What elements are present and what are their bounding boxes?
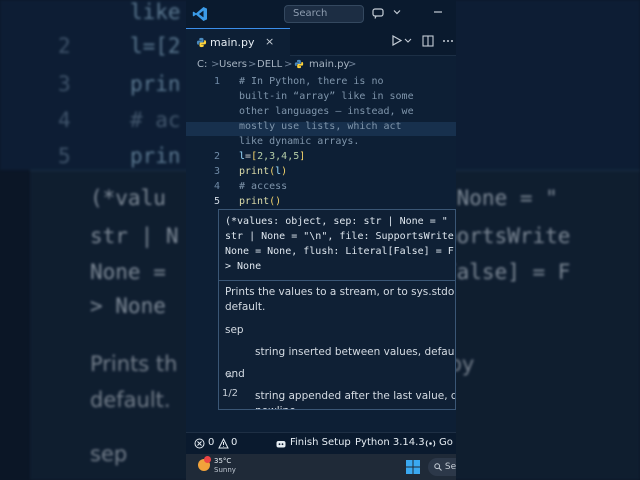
code-line-3: print(l): [239, 166, 287, 177]
background-line: l=[2: [130, 34, 181, 58]
signature-line: str | None = "\n", file: SupportsWrite: [225, 231, 454, 242]
run-icon[interactable]: [391, 34, 403, 49]
tab-label: main.py: [210, 36, 255, 49]
signature-help-popup[interactable]: (*values: object, sep: str | None = " st…: [218, 209, 456, 410]
error-count[interactable]: 0: [208, 437, 214, 448]
breadcrumb-separator: >: [348, 59, 357, 70]
description-text: default.: [225, 301, 266, 313]
background-line: # ac: [130, 108, 181, 132]
more-actions-icon[interactable]: [442, 35, 454, 50]
background-line-top: like: [130, 0, 181, 24]
breadcrumb-file[interactable]: main.py: [309, 59, 349, 70]
background-line-number: 5: [58, 144, 71, 168]
go-live-button[interactable]: Go: [439, 437, 453, 448]
code-bracket: ): [275, 196, 282, 207]
warning-count[interactable]: 0: [231, 437, 237, 448]
notification-badge: [204, 456, 211, 463]
title-bar: Search: [186, 0, 456, 28]
line-number: 5: [213, 196, 220, 207]
code-line-5: print(): [239, 196, 281, 207]
chevron-down-icon[interactable]: [389, 6, 405, 22]
code-comment: like dynamic arrays.: [239, 136, 360, 147]
python-interpreter-button[interactable]: Python 3.14.3: [355, 437, 425, 448]
background-line: prin: [130, 72, 181, 96]
vscode-window: Search main.py × C: > Users > DELL > mai…: [186, 0, 456, 480]
breadcrumb-users[interactable]: Users: [219, 59, 247, 70]
code-comment: built-in “array” like in some: [239, 91, 414, 102]
previous-overload-button[interactable]: ^: [219, 374, 241, 385]
code-bracket: ): [281, 166, 288, 177]
code-comment: other languages — instead, we: [239, 106, 414, 117]
breadcrumb-user[interactable]: DELL: [257, 59, 282, 70]
param-description: newline: [255, 405, 296, 409]
description-text: Prints the values to a stream, or to sys…: [225, 286, 456, 298]
background-line-number: 2: [58, 34, 71, 58]
python-file-icon: [196, 37, 207, 48]
run-options-chevron-icon[interactable]: [404, 35, 412, 49]
signature-line: None = None, flush: Literal[False] = F: [225, 246, 454, 257]
background-line: prin: [130, 144, 181, 168]
param-description: string appended after the last value, de…: [255, 390, 456, 402]
line-number: 2: [213, 151, 220, 162]
param-description: string inserted between values, default …: [255, 346, 456, 358]
breadcrumb-separator: >: [248, 59, 257, 70]
code-function: print: [239, 166, 270, 177]
command-search-input[interactable]: Search: [284, 5, 364, 23]
windows-start-icon[interactable]: [406, 460, 420, 474]
taskbar-search[interactable]: Se: [428, 458, 456, 476]
code-editor[interactable]: 1 # In Python, there is no built-in “arr…: [186, 74, 456, 209]
copilot-icon[interactable]: [370, 6, 386, 22]
tab-main-py[interactable]: main.py ×: [186, 28, 290, 56]
weather-temperature: 35°C: [214, 457, 232, 465]
code-comment: # In Python, there is no: [239, 76, 384, 87]
line-number: 1: [213, 76, 220, 87]
breadcrumb-drive[interactable]: C:: [197, 59, 207, 70]
taskbar-search-label: Se: [444, 462, 456, 472]
close-icon[interactable]: ×: [265, 35, 274, 48]
background-line-number: 4: [58, 108, 71, 132]
finish-setup-button[interactable]: Finish Setup: [290, 437, 351, 448]
background-signature: > None: [90, 294, 166, 318]
background-param: sep: [90, 442, 128, 466]
breadcrumb: C: > Users > DELL > main.py >: [186, 56, 456, 74]
background-description: default.: [90, 388, 171, 412]
line-number: 3: [213, 166, 220, 177]
code-numbers: 2,3,4,5: [257, 151, 300, 162]
background-line-number: 3: [58, 72, 71, 96]
code-line-2: l=[2,3,4,5]: [239, 151, 305, 162]
tab-bar: main.py ×: [186, 28, 456, 56]
split-editor-icon[interactable]: [422, 35, 434, 50]
param-name: sep: [225, 324, 244, 336]
copilot-icon: [276, 441, 286, 448]
broadcast-icon: [425, 440, 436, 447]
vscode-logo-icon: [192, 7, 207, 21]
breadcrumb-separator: >: [284, 59, 293, 70]
status-bar: 0 0 Finish Setup Python 3.14.3 Go: [186, 432, 456, 454]
warning-icon: [218, 438, 229, 449]
error-icon: [194, 438, 205, 449]
python-file-icon: [294, 59, 304, 69]
weather-condition: Sunny: [214, 466, 236, 474]
code-comment: # access: [239, 181, 288, 192]
line-number: 4: [213, 181, 220, 192]
search-icon: [434, 462, 442, 471]
overload-pager: 1/2: [221, 388, 239, 399]
signature-line: (*values: object, sep: str | None = ": [225, 216, 448, 227]
code-bracket: ]: [299, 151, 306, 162]
windows-taskbar: 35°C Sunny Se: [186, 454, 456, 480]
code-function: print: [239, 196, 270, 207]
code-comment: mostly use lists, which act: [239, 121, 402, 132]
signature-line: > None: [225, 261, 262, 272]
popup-divider: [219, 280, 455, 281]
minimize-icon[interactable]: [430, 6, 446, 22]
